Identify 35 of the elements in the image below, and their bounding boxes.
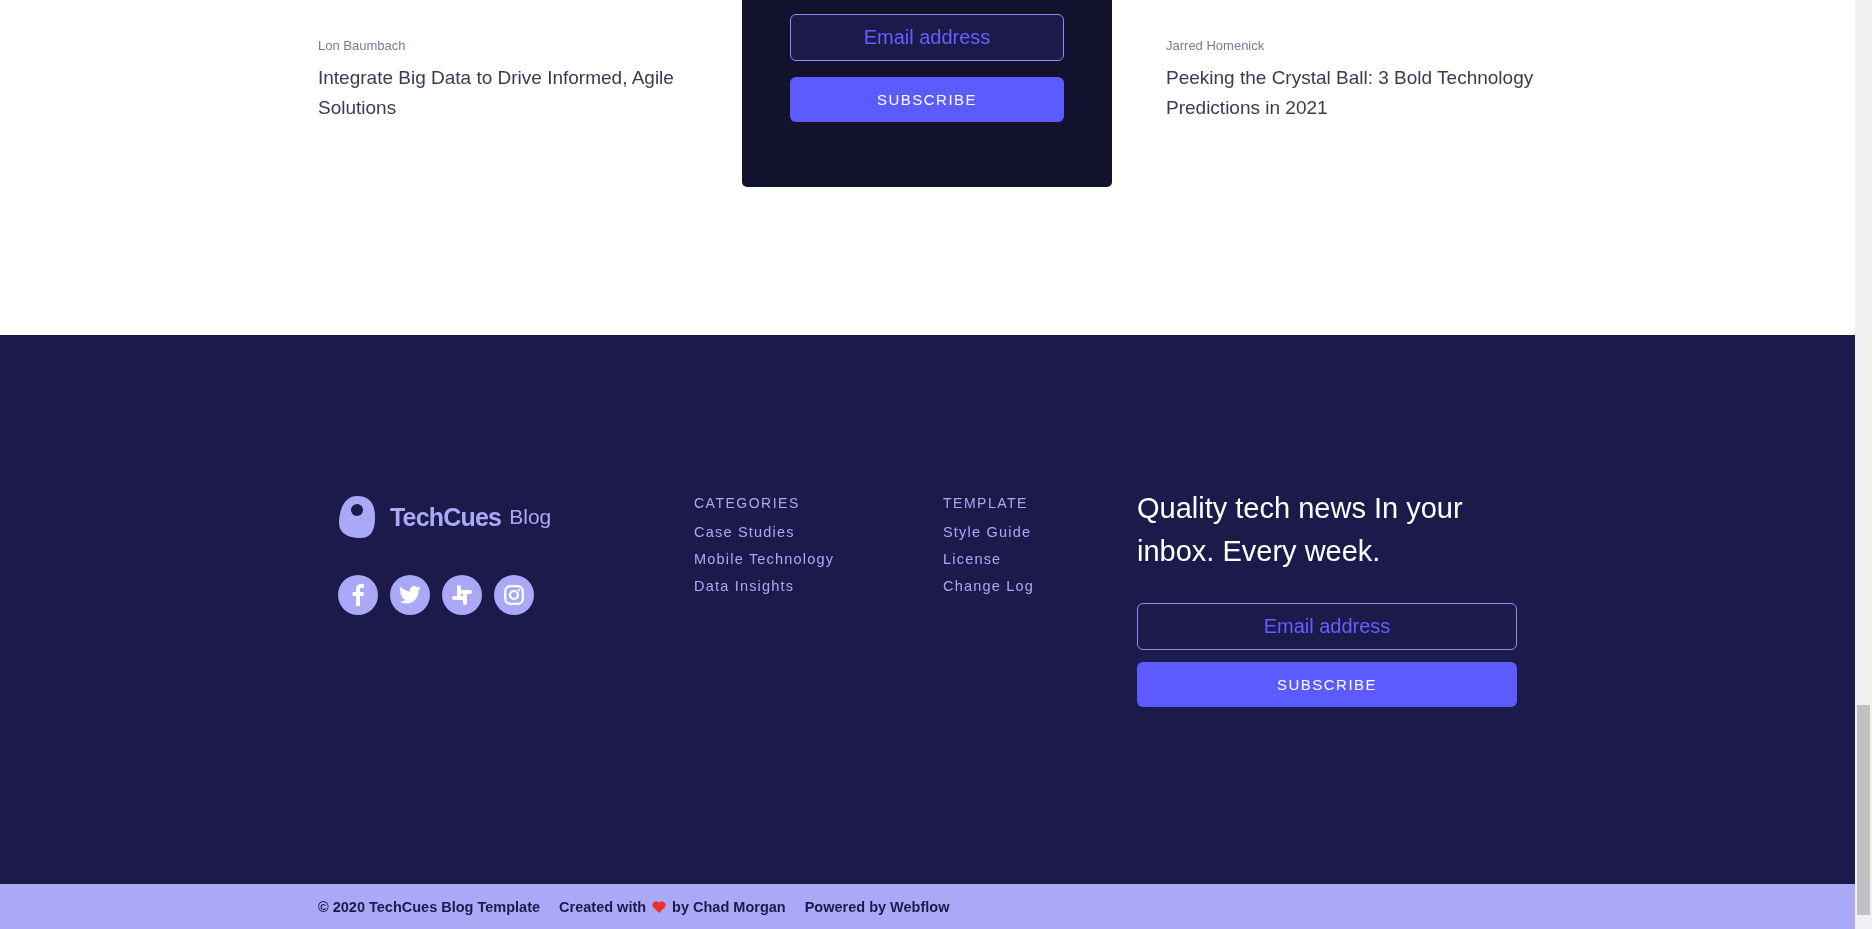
camera-icon (504, 585, 524, 605)
footer-link[interactable]: Mobile Technology (694, 551, 835, 567)
webflow-link[interactable]: Powered by Webflow (804, 898, 950, 915)
social-link[interactable] (494, 575, 534, 615)
email-field[interactable]: Email address (1137, 603, 1517, 650)
social-link[interactable] (442, 575, 482, 615)
footer-link[interactable]: Data Insights (694, 578, 795, 594)
copyright-text: © 2020 TechCues Blog Template (318, 898, 541, 915)
logo-suffix: Blog (509, 505, 552, 529)
social-link[interactable] (338, 575, 378, 615)
subscribe-button[interactable]: SUBSCRIBE (790, 77, 1064, 122)
scrollbar[interactable] (1855, 0, 1872, 929)
footer-link[interactable]: License (943, 551, 1002, 567)
footer-link[interactable]: Change Log (943, 578, 1034, 594)
article-author: Lon Baumbach (318, 38, 407, 53)
bird-icon (399, 586, 421, 604)
subscribe-button[interactable]: SUBSCRIBE (1137, 662, 1517, 707)
scrollbar-thumb[interactable] (1857, 705, 1870, 915)
credit-text: Created with (559, 898, 647, 915)
footer-link[interactable]: Case Studies (694, 524, 795, 540)
f-letter-icon (352, 584, 364, 606)
social-link[interactable] (390, 575, 430, 615)
newsletter-heading: Quality tech news In your inbox. Every week. (1137, 491, 1464, 569)
email-field[interactable]: Email address (790, 14, 1064, 61)
column-heading: CATEGORIES (694, 495, 800, 511)
article-author: Jarred Homenick (1166, 38, 1266, 53)
heart-icon (652, 900, 667, 913)
column-heading: TEMPLATE (943, 495, 1028, 511)
logo-text[interactable]: TechCues (390, 502, 502, 532)
hash-icon (452, 585, 472, 605)
article-title[interactable]: Peeking the Crystal Ball: 3 Bold Technology Predictions in 2021 (1166, 63, 1536, 123)
logo-icon (338, 495, 376, 539)
article-title[interactable]: Integrate Big Data to Drive Informed, Agile Solutions (318, 63, 688, 123)
footer-link[interactable]: Style Guide (943, 524, 1032, 540)
author-link[interactable]: by Chad Morgan (672, 898, 786, 915)
